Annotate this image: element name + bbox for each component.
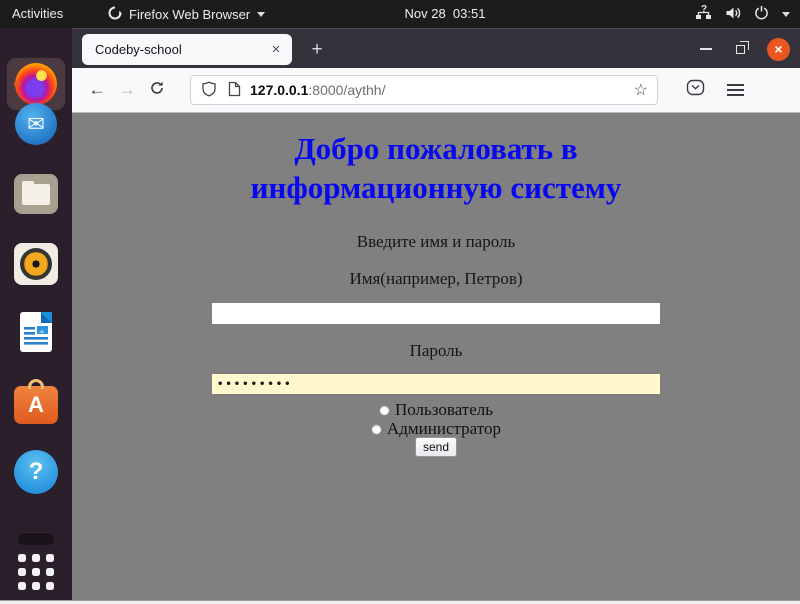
name-label: Имя(например, Петров) — [349, 269, 522, 289]
dock-item-help[interactable]: ? — [12, 448, 60, 496]
files-icon — [14, 174, 58, 214]
minimize-icon[interactable] — [700, 48, 712, 50]
radio-admin[interactable] — [371, 424, 382, 435]
send-button[interactable]: send — [415, 437, 457, 457]
intro-text: Введите имя и пароль — [357, 232, 516, 252]
browser-toolbar: ← → 127.0.0.1:8000/aythh/ ☆ — [72, 68, 800, 113]
chevron-down-icon — [782, 12, 790, 17]
chevron-down-icon — [257, 12, 265, 17]
dock: ✉ A ? — [0, 28, 72, 600]
radio-user[interactable] — [379, 405, 390, 416]
back-button[interactable]: ← — [82, 80, 112, 100]
page-info-icon[interactable] — [227, 81, 241, 100]
dock-item-ubuntu-software[interactable]: A — [12, 378, 60, 426]
new-tab-button[interactable]: + — [304, 37, 330, 63]
page-title: Добро пожаловать в информационную систем… — [176, 129, 696, 207]
name-input[interactable] — [212, 303, 660, 324]
firefox-menu-icon — [108, 6, 122, 23]
url-bar[interactable]: 127.0.0.1:8000/aythh/ ☆ — [190, 75, 658, 105]
app-menu-label: Firefox Web Browser — [129, 7, 250, 22]
clock[interactable]: Nov 28 03:51 — [405, 0, 486, 28]
dock-item-libreoffice-writer[interactable] — [12, 310, 60, 358]
restore-icon[interactable] — [736, 45, 745, 54]
dock-item-files[interactable] — [12, 170, 60, 218]
tab-codeby-school[interactable]: Codeby-school × — [82, 34, 292, 65]
libreoffice-writer-icon — [15, 310, 57, 359]
page-content: Добро пожаловать в информационную систем… — [72, 113, 800, 600]
browser-tab-bar: Codeby-school × + × — [72, 28, 800, 68]
ubuntu-software-icon: A — [14, 386, 58, 424]
radio-row-user[interactable]: Пользователь — [72, 400, 800, 420]
url-path: :8000/aythh/ — [308, 82, 385, 98]
system-status-icons[interactable]: ? — [695, 0, 790, 28]
activities-button[interactable]: Activities — [12, 0, 63, 28]
help-icon: ? — [14, 450, 58, 494]
volume-icon — [725, 6, 741, 23]
password-input[interactable] — [212, 374, 660, 394]
dock-item-thunderbird[interactable]: ✉ — [12, 100, 60, 148]
radio-user-label: Пользователь — [395, 400, 493, 420]
window-controls: × — [700, 29, 800, 69]
running-indicator-dot — [14, 81, 20, 87]
reload-button[interactable] — [142, 80, 172, 101]
trash-icon — [18, 532, 54, 545]
network-question-icon: ? — [695, 5, 712, 23]
system-top-bar: Activities Firefox Web Browser Nov 28 03… — [0, 0, 800, 28]
app-menu[interactable]: Firefox Web Browser — [108, 0, 265, 28]
radio-admin-label: Администратор — [387, 419, 501, 439]
url-host: 127.0.0.1 — [250, 82, 308, 98]
power-icon — [754, 5, 769, 23]
bookmark-star-icon[interactable]: ☆ — [634, 80, 648, 100]
show-applications-icon — [18, 554, 54, 590]
svg-text:?: ? — [701, 5, 707, 15]
pocket-icon[interactable] — [686, 79, 705, 101]
forward-button[interactable]: → — [112, 80, 142, 100]
menu-hamburger-icon[interactable] — [727, 81, 744, 99]
tab-title: Codeby-school — [82, 42, 266, 57]
shield-icon[interactable] — [201, 81, 217, 100]
show-applications-button[interactable] — [12, 548, 60, 596]
radio-row-admin[interactable]: Администратор — [72, 419, 800, 439]
firefox-icon — [15, 63, 57, 105]
window-close-icon[interactable]: × — [767, 38, 790, 61]
tab-close-icon[interactable]: × — [266, 41, 286, 58]
screen-bottom-edge — [0, 600, 800, 604]
thunderbird-icon: ✉ — [15, 103, 57, 145]
dock-item-rhythmbox[interactable] — [12, 240, 60, 288]
password-label: Пароль — [410, 341, 463, 361]
rhythmbox-icon — [14, 243, 58, 285]
